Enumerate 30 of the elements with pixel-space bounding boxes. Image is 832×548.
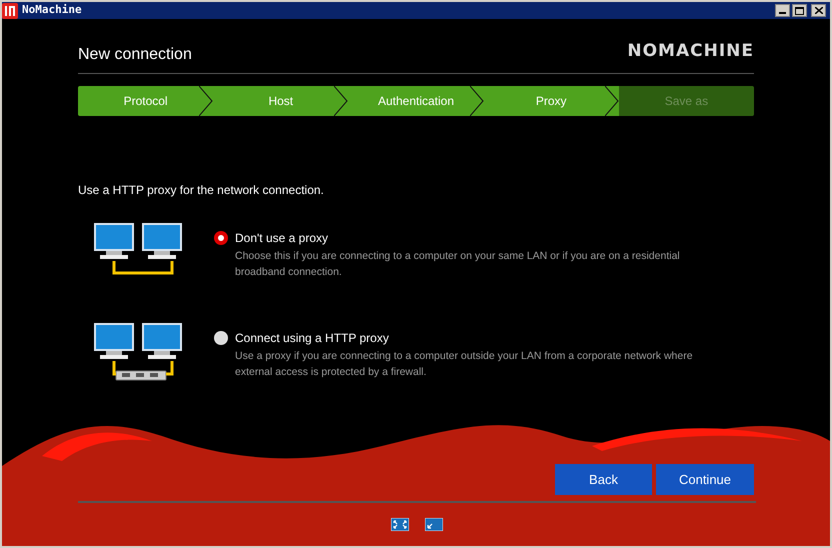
step-separator-icon [199, 86, 214, 116]
option-description: Choose this if you are connecting to a computer on your same LAN or if you are on a residential broadband connection. [235, 248, 681, 280]
page-title: New connection [78, 44, 192, 64]
option-label[interactable]: Connect using a HTTP proxy [235, 328, 715, 346]
wizard-step[interactable]: Protocol [78, 86, 214, 116]
option-label[interactable]: Don't use a proxy [235, 228, 715, 246]
maximize-button[interactable] [792, 4, 807, 17]
step-separator-icon [604, 86, 619, 116]
back-button[interactable]: Back [555, 464, 652, 495]
prompt-text: Use a HTTP proxy for the network connection. [78, 182, 325, 198]
wizard-step[interactable]: Save as [618, 86, 754, 116]
app-icon [2, 2, 18, 18]
wizard-step[interactable]: Proxy [484, 86, 619, 116]
continue-button[interactable]: Continue [656, 464, 754, 495]
wizard-step[interactable]: Authentication [348, 86, 484, 116]
close-button[interactable] [811, 4, 826, 17]
minimize-icon [779, 12, 786, 14]
step-separator-icon [470, 86, 484, 116]
window-title: NoMachine [22, 2, 82, 18]
logo: NOMACHINE [627, 40, 754, 63]
minimize-button[interactable] [775, 4, 790, 17]
window-mode-icon[interactable] [425, 518, 443, 531]
maximize-icon [795, 6, 804, 14]
wizard-step[interactable]: Host [213, 86, 348, 116]
step-separator-icon [334, 86, 348, 116]
radio-button[interactable] [214, 230, 228, 244]
fullscreen-icon[interactable] [391, 518, 409, 531]
close-icon [814, 7, 822, 14]
option-description: Use a proxy if you are connecting to a computer outside your LAN from a corporate network where external access is protected by a firewall. [235, 348, 694, 380]
radio-button[interactable] [214, 330, 228, 344]
